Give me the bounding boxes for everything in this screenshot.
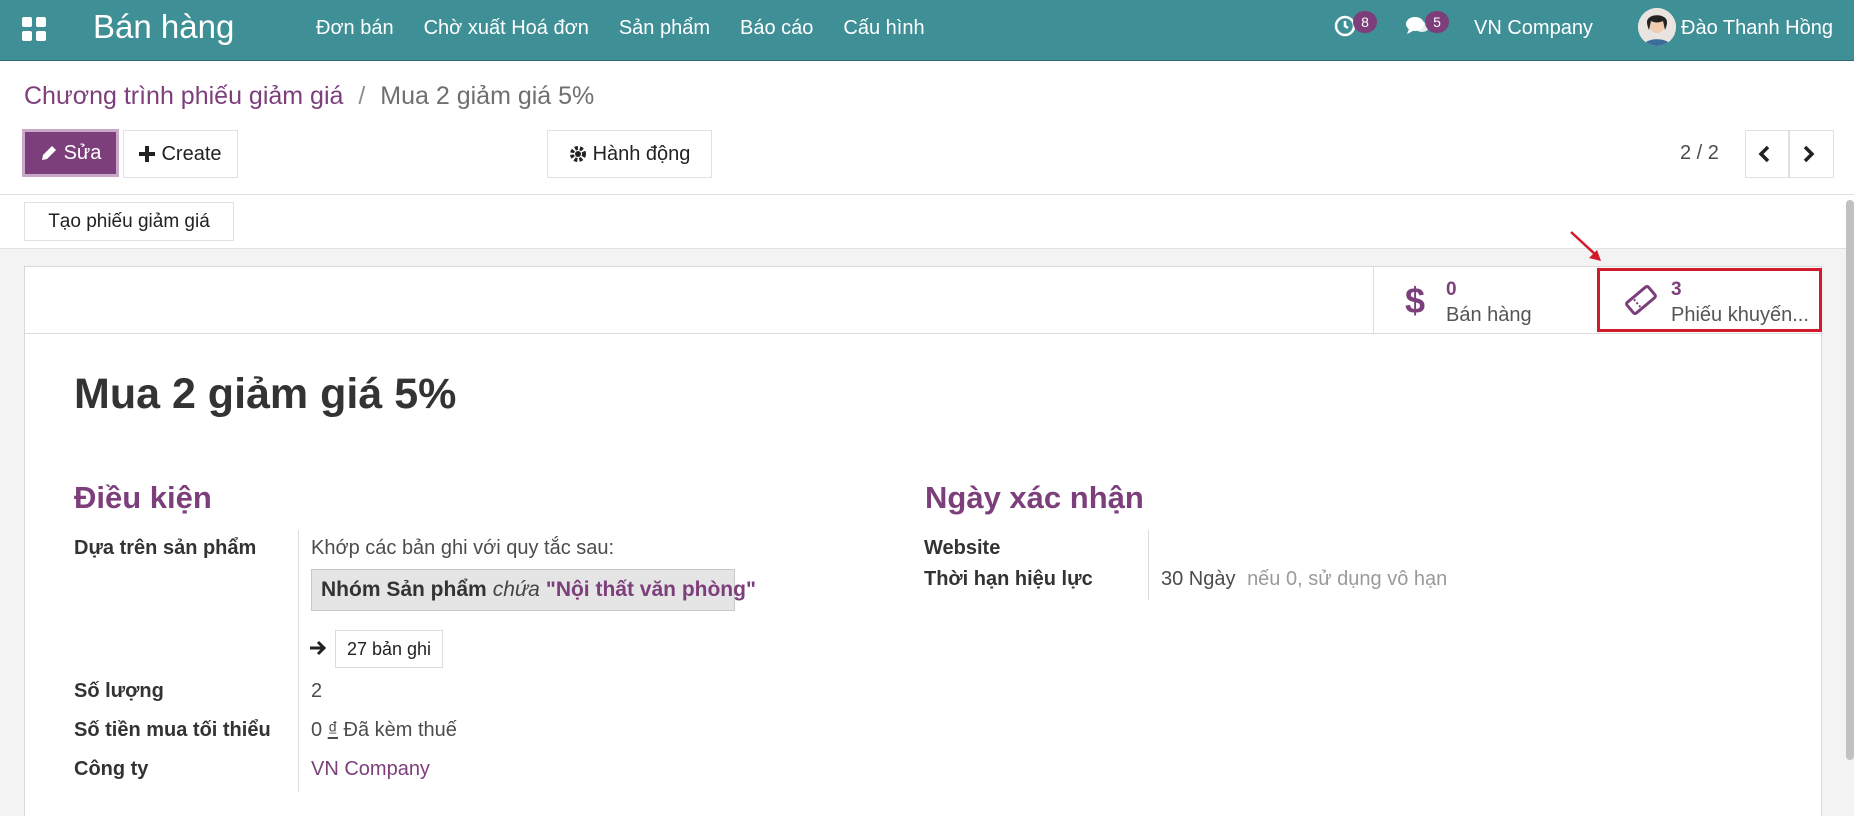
company-switcher[interactable]: VN Company [1474, 17, 1593, 40]
based-on-product-label: Dựa trên sản phẩm [74, 537, 257, 559]
app-title[interactable]: Bán hàng [93, 8, 234, 46]
main-menu: Đơn bán Chờ xuất Hoá đơn Sản phẩm Báo cá… [316, 17, 925, 40]
pencil-icon [41, 146, 56, 160]
min-amount-field[interactable]: 0 ₫ Đã kèm thuế [311, 719, 457, 742]
domain-field: Nhóm Sản phẩm [321, 578, 487, 601]
chevron-right-icon [1803, 145, 1814, 163]
matching-records-button[interactable]: 27 bản ghi [335, 630, 443, 668]
annotation-arrow-icon [1570, 231, 1601, 261]
smart-button-box: $ 0 Bán hàng 3 Phiếu khuyến... [25, 267, 1823, 334]
message-count-badge: 5 [1425, 11, 1449, 33]
user-menu[interactable]: Đào Thanh Hồng [1681, 17, 1833, 40]
breadcrumb-current: Mua 2 giảm giá 5% [380, 82, 595, 110]
scrollbar[interactable] [1846, 200, 1854, 760]
pager-next-button[interactable] [1789, 130, 1834, 178]
validity-label: Thời hạn hiệu lực [924, 568, 1093, 590]
validity-field[interactable]: 30 Ngày nếu 0, sử dụng vô hạn [1161, 568, 1447, 591]
sales-count: 0 [1446, 279, 1457, 300]
quantity-value[interactable]: 2 [311, 680, 322, 703]
validity-divider [1148, 530, 1149, 600]
min-amount-label: Số tiền mua tối thiểu [74, 719, 271, 741]
action-menu-button[interactable]: Hành động [547, 130, 712, 178]
control-panel-divider [0, 194, 1854, 195]
generate-coupons-button[interactable]: Tạo phiếu giảm giá [24, 202, 234, 241]
highlight-annotation [1597, 268, 1822, 332]
conditions-divider [298, 530, 299, 792]
activity-count-badge: 8 [1353, 11, 1377, 33]
menu-item-configuration[interactable]: Cấu hình [843, 17, 924, 40]
edit-button[interactable]: Sửa [22, 129, 119, 177]
edit-button-label: Sửa [63, 141, 102, 164]
rule-intro-text: Khớp các bản ghi với quy tắc sau: [311, 537, 615, 559]
domain-operator: chứa [492, 578, 540, 601]
dollar-icon: $ [1396, 280, 1436, 320]
menu-item-products[interactable]: Sản phẩm [619, 17, 710, 40]
breadcrumb: Chương trình phiếu giảm giá / Mua 2 giảm… [24, 82, 594, 111]
conditions-group-title: Điều kiện [74, 480, 212, 515]
website-label: Website [924, 537, 1001, 559]
breadcrumb-separator: / [358, 82, 366, 110]
record-title[interactable]: Mua 2 giảm giá 5% [74, 370, 456, 419]
svg-text:$: $ [1405, 280, 1425, 320]
tax-mode: Đã kèm thuế [343, 719, 457, 741]
company-label: Công ty [74, 758, 149, 780]
gear-icon [569, 146, 586, 162]
chat-bubbles-icon[interactable]: 5 [1405, 11, 1449, 40]
top-navbar: Bán hàng Đơn bán Chờ xuất Hoá đơn Sản ph… [0, 0, 1854, 61]
arrow-right-icon [310, 640, 327, 656]
sales-label: Bán hàng [1446, 304, 1532, 326]
pager-value[interactable]: 2 / 2 [1680, 142, 1719, 165]
user-avatar[interactable] [1638, 8, 1676, 46]
activity-clock-icon[interactable]: 8 [1333, 11, 1377, 40]
chevron-left-icon [1758, 145, 1770, 163]
apps-grid-icon[interactable] [22, 17, 46, 41]
website-field[interactable] [1161, 537, 1461, 561]
validity-group-title: Ngày xác nhận [925, 480, 1144, 515]
min-amount-value: 0 [311, 719, 323, 741]
action-button-label: Hành động [592, 142, 691, 165]
sales-smart-button[interactable]: $ 0 Bán hàng [1373, 267, 1597, 333]
menu-item-reporting[interactable]: Báo cáo [740, 17, 813, 40]
form-sheet: $ 0 Bán hàng 3 Phiếu khuyến... [24, 266, 1823, 816]
quantity-label: Số lượng [74, 680, 164, 702]
pager-previous-button[interactable] [1745, 130, 1789, 178]
domain-value: "Nội thất văn phòng" [545, 578, 756, 601]
product-domain-rule[interactable]: Nhóm Sản phẩm chứa "Nội thất văn phòng" [311, 569, 756, 611]
menu-item-to-invoice[interactable]: Chờ xuất Hoá đơn [424, 17, 589, 40]
breadcrumb-parent[interactable]: Chương trình phiếu giảm giá [24, 82, 343, 110]
menu-item-sales-orders[interactable]: Đơn bán [316, 17, 394, 40]
validity-value: 30 Ngày [1161, 568, 1236, 590]
company-value[interactable]: VN Company [311, 758, 430, 781]
currency-symbol: ₫ [327, 719, 338, 741]
create-button-label: Create [161, 142, 222, 165]
create-button[interactable]: Create [123, 130, 238, 178]
plus-icon [139, 146, 156, 162]
validity-hint: nếu 0, sử dụng vô hạn [1247, 568, 1448, 590]
